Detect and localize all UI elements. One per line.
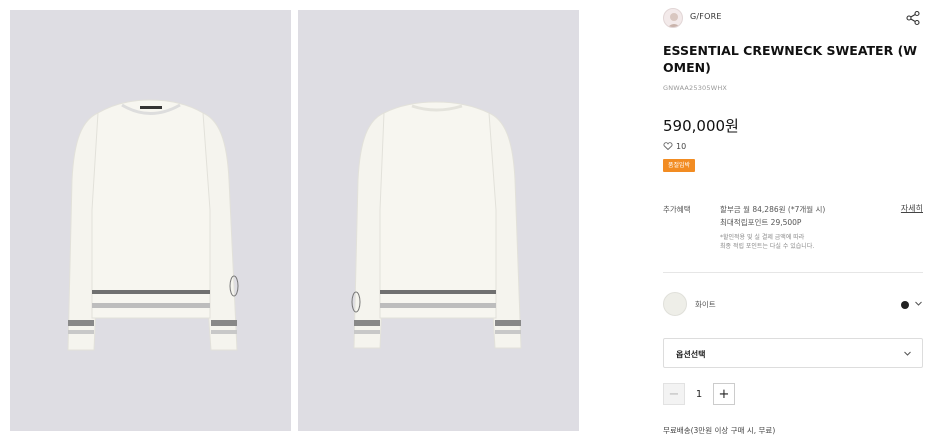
shipping-info: 무료배송(3만원 이상 구매 시, 무료)	[663, 426, 776, 435]
chevron-down-icon	[904, 351, 911, 356]
brand-avatar-icon	[667, 13, 681, 27]
brand-row: G/FORE	[663, 8, 923, 28]
selected-color-dot[interactable]	[901, 301, 909, 309]
product-image-front[interactable]	[10, 10, 291, 431]
product-image-back[interactable]	[298, 10, 579, 431]
sweater-back-illustration	[351, 101, 522, 349]
option-select[interactable]: 옵션선택	[663, 338, 923, 368]
points-note-line1: *할인적용 및 실 결제 금액에 따라	[720, 234, 805, 241]
product-info-panel: G/FORE ESSENTIAL CREWNECK SWEATER (WOMEN…	[663, 0, 923, 441]
option-select-label: 옵션선택	[676, 350, 706, 359]
like-count: 10	[676, 141, 687, 151]
heart-icon	[663, 142, 673, 150]
installment-text: 할부금 월 84,286원 (*7개월 시)	[720, 205, 826, 214]
quantity-decrease-button[interactable]: −	[663, 383, 685, 405]
quantity-stepper: − 1 +	[663, 383, 735, 405]
product-gallery	[10, 10, 638, 431]
chevron-down-icon[interactable]	[914, 299, 923, 308]
brand-logo[interactable]	[663, 8, 683, 28]
quantity-increase-button[interactable]: +	[713, 383, 735, 405]
points-note-line2: 최종 적립 포인트는 다실 수 있습니다.	[720, 243, 815, 250]
quantity-value: 1	[695, 388, 703, 400]
product-price: 590,000원	[663, 117, 739, 135]
like-counter[interactable]: 10	[663, 140, 686, 152]
details-link[interactable]: 자세히	[901, 203, 923, 214]
share-icon[interactable]	[905, 10, 921, 26]
product-code: GNWAA25305WHX	[663, 84, 728, 92]
brand-name[interactable]: G/FORE	[690, 12, 722, 21]
status-badge: 품절임박	[663, 159, 696, 172]
product-title: ESSENTIAL CREWNECK SWEATER (WOMEN)	[663, 43, 918, 75]
benefits-label: 추가혜택	[663, 205, 691, 214]
divider	[663, 272, 923, 273]
sweater-front-illustration	[67, 99, 239, 351]
color-swatch-white[interactable]	[663, 292, 687, 316]
points-text: 최대적립포인트 29,500P	[720, 218, 802, 227]
color-name: 화이트	[695, 300, 716, 309]
